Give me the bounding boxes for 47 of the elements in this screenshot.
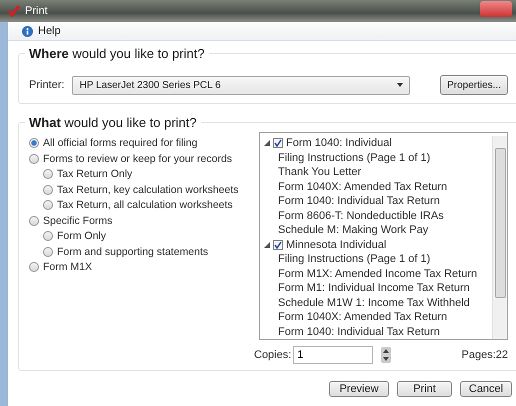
tree-item[interactable]: Thank You Letter bbox=[278, 166, 362, 178]
expand-icon[interactable] bbox=[264, 242, 270, 248]
copies-field[interactable]: 1 bbox=[293, 346, 374, 364]
tree-item[interactable]: Minnesota Individual bbox=[286, 238, 386, 251]
radio-option[interactable]: Tax Return, key calculation worksheets bbox=[29, 182, 251, 197]
tree-item[interactable]: Form 1040: Individual bbox=[286, 137, 392, 150]
radio-option[interactable]: Tax Return, all calculation worksheets bbox=[29, 198, 251, 212]
checkbox[interactable] bbox=[273, 138, 283, 148]
radio-option[interactable]: Form M1X bbox=[29, 260, 251, 274]
tree-item[interactable]: Filing Instructions (Page 1 of 1) bbox=[278, 152, 430, 164]
spinner-icon[interactable] bbox=[381, 347, 392, 363]
section-heading: Where would you like to print? bbox=[29, 46, 205, 61]
pages-count: Pages:22 bbox=[462, 349, 508, 361]
checkbox[interactable] bbox=[273, 240, 283, 250]
radio-option[interactable]: Form Only bbox=[29, 229, 251, 244]
tree-item[interactable]: Schedule M1W 1: Income Tax Withheld bbox=[278, 296, 470, 309]
tree-item[interactable]: Form M1: Individual Income Tax Return bbox=[278, 282, 470, 294]
checkmark-icon bbox=[274, 240, 282, 249]
dialog-button[interactable]: Print bbox=[397, 381, 452, 397]
help-menu[interactable]: Help bbox=[38, 25, 61, 37]
tree-item[interactable]: Filing Instructions (Page 1 of 1) bbox=[278, 253, 430, 266]
expand-icon[interactable] bbox=[264, 140, 270, 146]
printer-dropdown[interactable]: HP LaserJet 2300 Series PCL 6 bbox=[72, 76, 410, 94]
tree-item[interactable]: Form 1040X: Amended Tax Return bbox=[278, 180, 448, 193]
tree-item[interactable]: Form 1040X: Amended Tax Return bbox=[278, 311, 448, 324]
tree-item[interactable]: Form 8606-T: Nondeductible IRAs bbox=[278, 210, 444, 222]
caret-icon bbox=[397, 83, 404, 87]
radio-option[interactable]: Forms to review or keep for your records bbox=[29, 152, 251, 166]
tree-item[interactable]: Form 1040: Individual Tax Return bbox=[278, 326, 440, 338]
properties-button[interactable]: Properties... bbox=[440, 75, 508, 95]
scrollbar[interactable] bbox=[492, 136, 507, 339]
checkmark-logo-icon bbox=[8, 5, 20, 17]
copies-label: Copies: bbox=[254, 349, 292, 361]
tree-item[interactable]: Form M1X: Amended Income Tax Return bbox=[278, 268, 478, 280]
tree-item[interactable]: Schedule M: Making Work Pay bbox=[278, 224, 428, 236]
help-icon bbox=[22, 26, 33, 36]
radio-option[interactable]: Form and supporting statements bbox=[29, 244, 251, 259]
tree-item[interactable]: Form 1040: Individual Tax Return bbox=[278, 195, 440, 208]
section-heading: What would you like to print? bbox=[29, 115, 197, 130]
dialog-button[interactable]: Preview bbox=[329, 381, 389, 397]
dialog-button[interactable]: Cancel bbox=[460, 381, 512, 397]
radio-option[interactable]: All official forms required for filing bbox=[29, 136, 251, 150]
radio-option[interactable]: Specific Forms bbox=[29, 214, 251, 228]
checkmark-icon bbox=[274, 139, 282, 148]
printer-label: Printer: bbox=[29, 79, 64, 91]
window-title: Print bbox=[25, 5, 48, 17]
radio-option[interactable]: Tax Return Only bbox=[29, 167, 251, 182]
